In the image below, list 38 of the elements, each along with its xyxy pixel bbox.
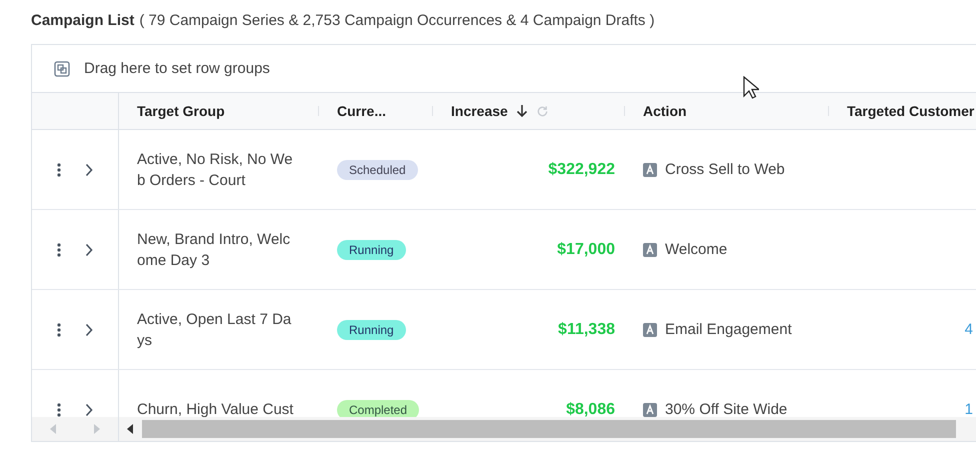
column-header[interactable]: Targeted Customer	[847, 103, 974, 119]
status-badge: Running	[337, 320, 406, 340]
column-header[interactable]: Target Group	[137, 103, 225, 119]
action-cell: Welcome	[665, 241, 728, 258]
expand-chevron-icon[interactable]	[85, 322, 93, 336]
action-cell: 30% Off Site Wide	[665, 401, 788, 417]
target-group-cell-text: Churn, High Value Cust	[137, 400, 294, 417]
action-type-icon	[643, 242, 657, 256]
increase-cell: $322,922	[548, 160, 615, 178]
status-badge: Running	[337, 240, 406, 260]
scroll-left-icon[interactable]	[127, 424, 134, 434]
expand-chevron-icon[interactable]	[85, 242, 93, 256]
action-type-icon	[643, 322, 657, 336]
column-header[interactable]: Increase	[451, 103, 508, 119]
page-title: Campaign List	[31, 12, 134, 31]
status-badge: Completed	[337, 400, 420, 417]
target-group-cell-text: Active, No Risk, No Web Orders - Court	[137, 150, 294, 190]
action-type-icon	[643, 162, 657, 176]
expand-chevron-icon[interactable]	[85, 402, 93, 416]
more-options-icon[interactable]	[57, 322, 61, 336]
scrollbar-thumb[interactable]	[142, 420, 956, 438]
status-badge: Scheduled	[337, 160, 418, 180]
expand-chevron-icon[interactable]	[85, 162, 93, 176]
campaign-summary: ( 79 Campaign Series & 2,753 Campaign Occurrences & 4 Campaign Drafts )	[139, 12, 655, 31]
column-header[interactable]: Action	[643, 103, 687, 119]
more-options-icon[interactable]	[57, 402, 61, 416]
action-cell: Cross Sell to Web	[665, 161, 785, 178]
increase-cell: $8,086	[566, 400, 615, 417]
target-group-cell-text: Active, Open Last 7 Days	[137, 310, 292, 350]
row-group-icon	[54, 60, 70, 76]
increase-cell: $11,338	[558, 320, 615, 338]
more-options-icon[interactable]	[57, 162, 61, 176]
increase-cell: $17,000	[557, 240, 615, 258]
column-header[interactable]: Curre...	[337, 103, 386, 119]
target-group-cell-text: New, Brand Intro, Welcome Day 3	[137, 230, 292, 270]
action-cell: Email Engagement	[665, 321, 792, 338]
sort-down-icon[interactable]	[516, 104, 528, 118]
more-options-icon[interactable]	[57, 242, 61, 256]
